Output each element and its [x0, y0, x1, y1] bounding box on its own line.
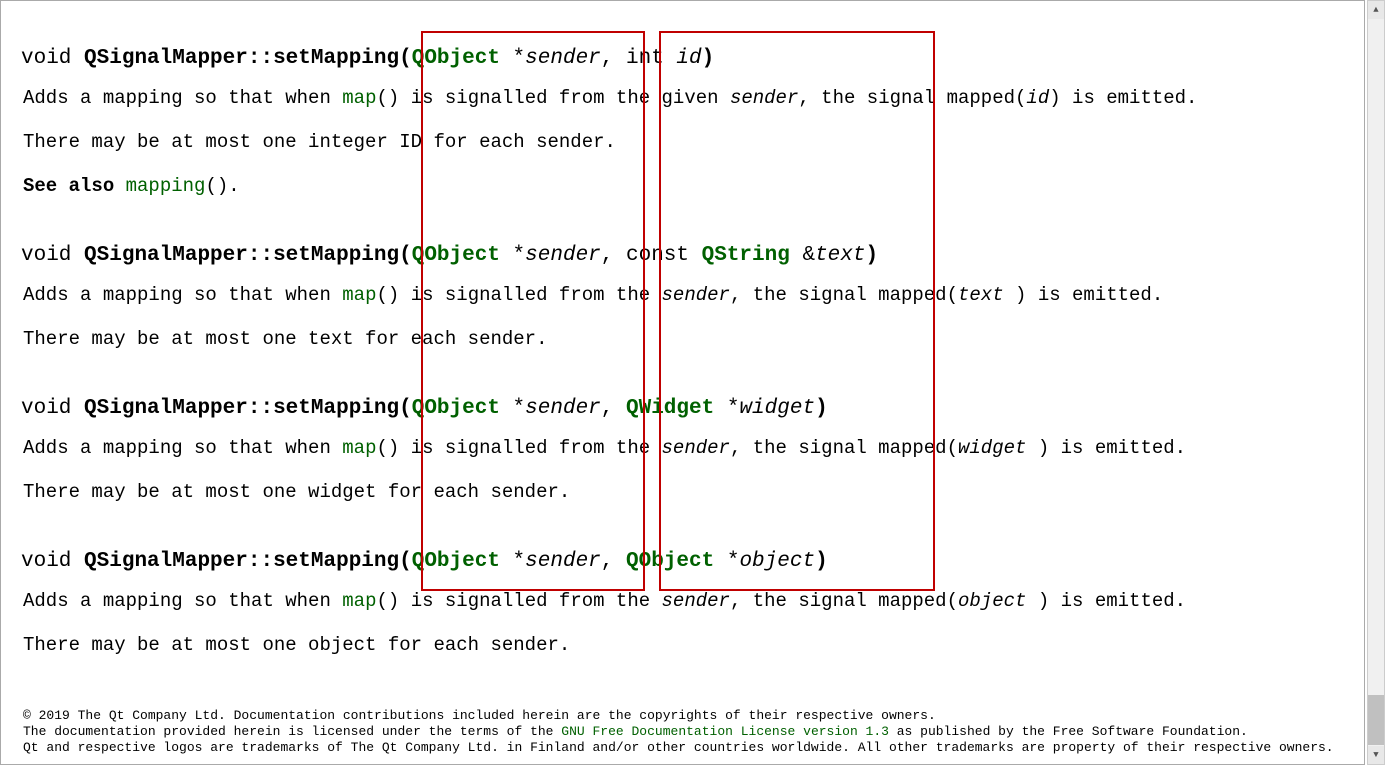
gnu-fdl-link[interactable]: GNU Free Documentation License version 1…: [561, 724, 889, 739]
scroll-thumb[interactable]: [1368, 695, 1384, 745]
map-link[interactable]: map: [342, 437, 376, 459]
param1-name: sender: [525, 47, 601, 70]
description-line: Adds a mapping so that when map() is sig…: [23, 275, 1344, 315]
param2-prefix: int: [626, 47, 676, 70]
map-link[interactable]: map: [342, 284, 376, 306]
scroll-track[interactable]: [1368, 19, 1384, 746]
scroll-up-arrow-icon[interactable]: ▲: [1368, 1, 1384, 19]
footer-line-1: © 2019 The Qt Company Ltd. Documentation…: [23, 708, 1334, 724]
description-line: There may be at most one widget for each…: [23, 472, 1344, 512]
document-viewport: void QSignalMapper::setMapping(QObject *…: [0, 0, 1365, 765]
signature-setmapping-qstring: void QSignalMapper::setMapping(QObject *…: [21, 244, 1344, 267]
map-link[interactable]: map: [342, 87, 376, 109]
map-link[interactable]: map: [342, 590, 376, 612]
vertical-scrollbar[interactable]: ▲ ▼: [1367, 0, 1385, 765]
signature-setmapping-qwidget: void QSignalMapper::setMapping(QObject *…: [21, 397, 1344, 420]
description-line: Adds a mapping so that when map() is sig…: [23, 428, 1344, 468]
class-name: QSignalMapper: [84, 47, 248, 70]
footer-line-3: Qt and respective logos are trademarks o…: [23, 740, 1334, 756]
description-line: Adds a mapping so that when map() is sig…: [23, 581, 1344, 621]
mapping-link[interactable]: mapping: [126, 175, 206, 197]
copyright-footer: © 2019 The Qt Company Ltd. Documentation…: [23, 708, 1334, 756]
content-area: void QSignalMapper::setMapping(QObject *…: [1, 1, 1364, 665]
param2-name: id: [676, 47, 701, 70]
description-line: There may be at most one integer ID for …: [23, 122, 1344, 162]
description-line: Adds a mapping so that when map() is sig…: [23, 78, 1344, 118]
description-line: There may be at most one text for each s…: [23, 319, 1344, 359]
method-name: setMapping: [273, 47, 399, 70]
signature-setmapping-int: void QSignalMapper::setMapping(QObject *…: [21, 47, 1344, 70]
footer-line-2: The documentation provided herein is lic…: [23, 724, 1334, 740]
scroll-down-arrow-icon[interactable]: ▼: [1368, 746, 1384, 764]
param1-type: QObject: [412, 47, 500, 70]
see-also-line: See also mapping().: [23, 166, 1344, 206]
return-type: void: [21, 47, 71, 70]
description-line: There may be at most one object for each…: [23, 625, 1344, 665]
signature-setmapping-qobject: void QSignalMapper::setMapping(QObject *…: [21, 550, 1344, 573]
